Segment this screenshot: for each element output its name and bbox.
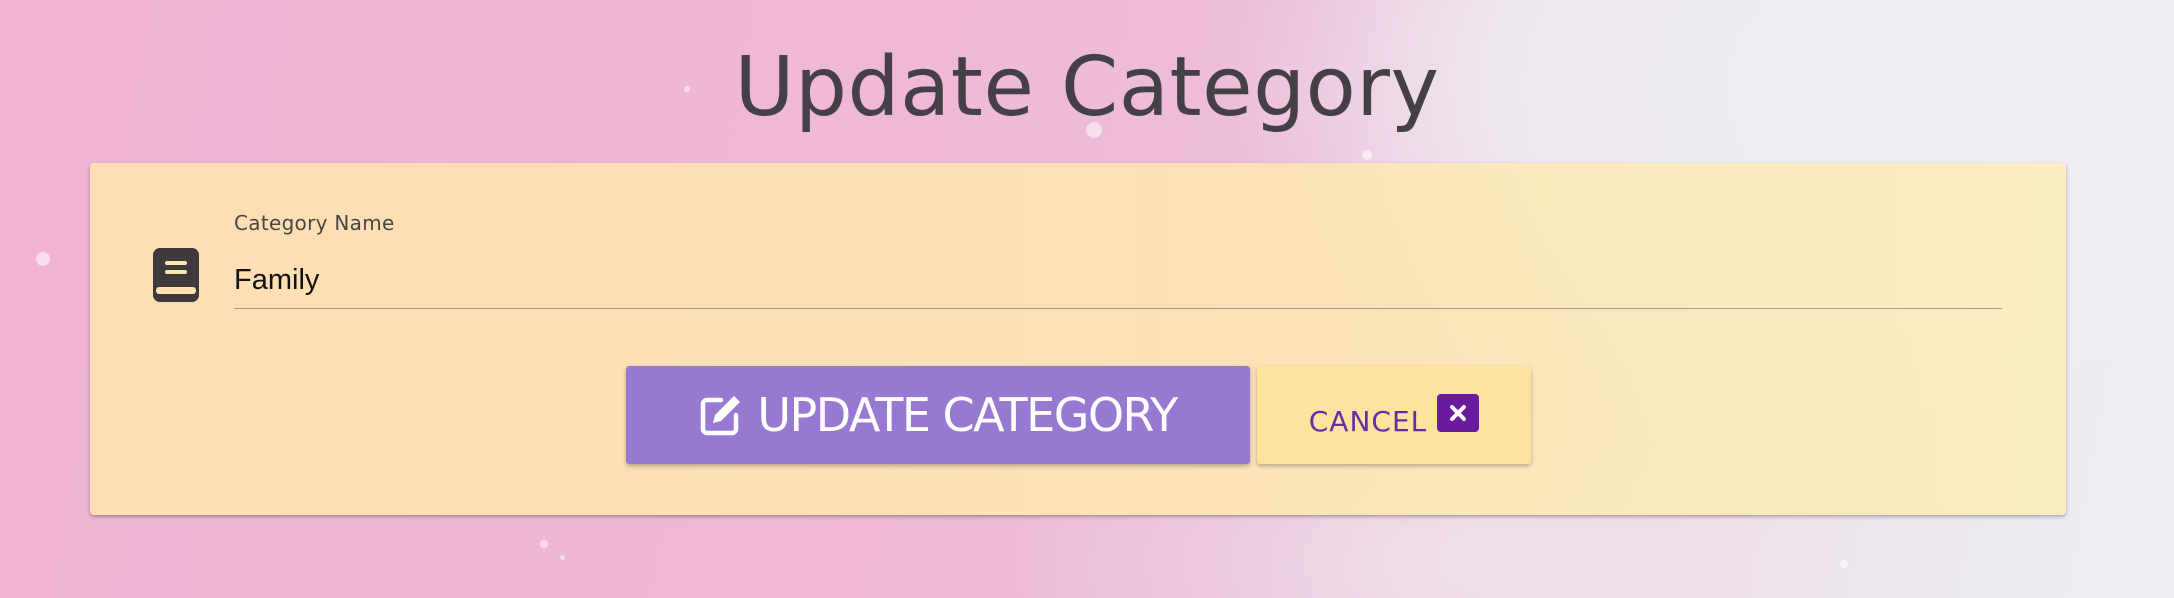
background-speck (1840, 560, 1848, 568)
category-form-card: Category Name UPDATE CATEGORY CANCEL (90, 163, 2066, 515)
update-category-label: UPDATE CATEGORY (757, 388, 1178, 442)
page-title: Update Category (734, 40, 1440, 135)
background-speck (36, 252, 50, 266)
edit-icon (701, 396, 741, 436)
category-name-label: Category Name (234, 211, 395, 235)
cancel-button[interactable]: CANCEL (1257, 366, 1531, 464)
close-icon (1437, 394, 1480, 432)
book-icon (153, 248, 199, 302)
background-speck (560, 555, 565, 560)
category-name-input[interactable] (234, 253, 2002, 309)
background-speck (1362, 150, 1372, 160)
background-speck (540, 540, 548, 548)
cancel-label: CANCEL (1308, 404, 1428, 438)
update-category-button[interactable]: UPDATE CATEGORY (626, 366, 1250, 464)
